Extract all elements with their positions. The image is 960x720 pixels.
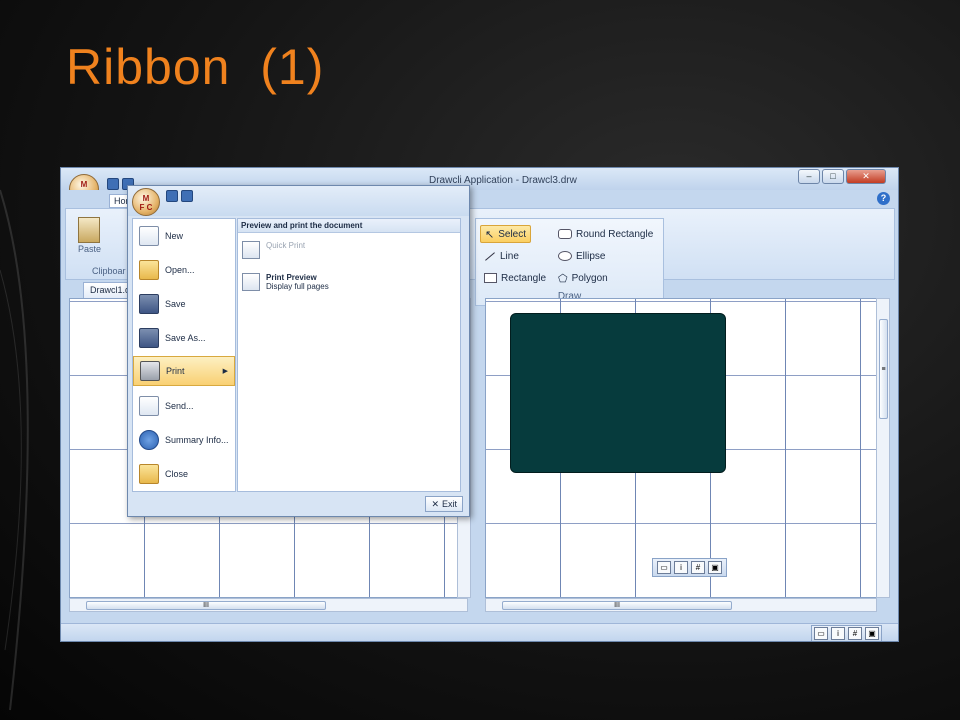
qat-save-icon[interactable] — [107, 178, 119, 190]
print-preview-item[interactable]: Print Preview Display full pages — [242, 273, 329, 291]
status-view-toolbar: ▭ i # ▣ — [811, 625, 882, 641]
menu-orb-button[interactable]: MF C — [132, 188, 160, 216]
grid-view-icon[interactable]: # — [691, 561, 705, 574]
printer-icon — [140, 361, 160, 381]
menu-item-label: Send... — [165, 401, 194, 411]
draw-ellipse-button[interactable]: Ellipse — [554, 247, 609, 265]
menu-item-summary-info[interactable]: Summary Info... — [133, 425, 235, 455]
print-preview-text: Print Preview Display full pages — [266, 273, 329, 291]
rectangle-label: Rectangle — [501, 272, 547, 284]
ellipse-icon — [558, 251, 572, 261]
menu-item-label: New — [165, 231, 184, 241]
right-vertical-scrollbar[interactable]: ≡ — [876, 298, 890, 598]
paste-label: Paste — [78, 244, 102, 254]
select-label: Select — [498, 228, 527, 240]
disk-icon — [139, 294, 159, 314]
folder-icon — [139, 260, 159, 280]
menu-orb-label: M — [142, 194, 150, 203]
submenu-title: Preview and print the document — [238, 219, 460, 233]
menu-item-send[interactable]: Send... — [133, 391, 235, 421]
close-folder-icon — [139, 464, 159, 484]
draw-line-button[interactable]: Line — [480, 247, 523, 265]
right-hscroll-thumb[interactable]: III — [502, 601, 732, 610]
draw-round-rectangle-button[interactable]: Round Rectangle — [554, 225, 657, 243]
close-button[interactable]: ✕ — [846, 169, 886, 184]
right-vscroll-thumb[interactable]: ≡ — [879, 319, 888, 419]
menu-item-label: Summary Info... — [165, 435, 229, 445]
print-preview-label: Print Preview — [266, 273, 317, 282]
menu-item-label: Save As... — [165, 333, 206, 343]
right-horizontal-scrollbar[interactable]: III — [485, 598, 877, 612]
right-document-pane[interactable] — [485, 298, 877, 598]
view-mini-toolbar: ▭ i # ▣ — [652, 558, 727, 577]
maximize-button[interactable]: □ — [822, 169, 844, 184]
rectangle-icon — [484, 273, 497, 283]
menu-commands: New Open... Save Save As... Print ▶ Send.… — [132, 218, 236, 492]
line-icon — [485, 251, 495, 261]
slide-title-text: Ribbon — [66, 39, 231, 95]
menu-item-new[interactable]: New — [133, 221, 235, 251]
slide-title-number: (1) — [260, 39, 325, 95]
background-swoosh — [0, 150, 60, 720]
left-horizontal-scrollbar[interactable]: III — [69, 598, 468, 612]
polygon-icon: ⬠ — [558, 272, 568, 285]
menu-qat-save-icon[interactable] — [166, 190, 178, 202]
clipboard-group-label: Clipboar — [92, 266, 126, 276]
menu-header: MF C — [128, 186, 469, 216]
slide-title: Ribbon (1) — [66, 38, 324, 96]
status-page-icon[interactable]: ▭ — [814, 627, 828, 640]
menu-orb-label-2: F C — [139, 203, 153, 212]
menu-item-open[interactable]: Open... — [133, 255, 235, 285]
menu-item-label: Print — [166, 366, 185, 376]
round-rectangle-icon — [558, 229, 572, 239]
exit-button[interactable]: ✕ Exit — [425, 496, 463, 512]
menu-item-close[interactable]: Close — [133, 459, 235, 489]
menu-quick-access-toolbar — [166, 190, 193, 202]
info-icon — [139, 430, 159, 450]
cursor-icon: ↖ — [485, 228, 495, 241]
status-image-icon[interactable]: ▣ — [865, 627, 879, 640]
paste-icon[interactable] — [78, 217, 100, 243]
menu-item-save-as[interactable]: Save As... — [133, 323, 235, 353]
orb-label: M — [80, 180, 88, 189]
info-view-icon[interactable]: i — [674, 561, 688, 574]
status-grid-icon[interactable]: # — [848, 627, 862, 640]
draw-polygon-button[interactable]: ⬠ Polygon — [554, 269, 612, 287]
quick-print-icon — [242, 241, 260, 259]
print-preview-description: Display full pages — [266, 282, 329, 291]
new-doc-icon — [139, 226, 159, 246]
polygon-label: Polygon — [571, 272, 608, 284]
ellipse-label: Ellipse — [576, 250, 606, 262]
minimize-button[interactable]: – — [798, 169, 820, 184]
menu-item-label: Close — [165, 469, 189, 479]
window-controls: – □ ✕ — [798, 169, 886, 184]
help-icon[interactable]: ? — [877, 192, 890, 205]
menu-item-save[interactable]: Save — [133, 289, 235, 319]
submenu-arrow-icon: ▶ — [222, 368, 228, 375]
menu-item-label: Open... — [165, 265, 195, 275]
exit-label: Exit — [441, 499, 457, 509]
draw-rectangle-button[interactable]: Rectangle — [480, 269, 550, 287]
page-view-icon[interactable]: ▭ — [657, 561, 671, 574]
draw-group: ↖ Select Line Rectangle Round Rectangle E… — [475, 218, 664, 306]
status-bar: ▭ i # ▣ — [61, 623, 898, 641]
menu-item-print[interactable]: Print ▶ — [133, 356, 235, 386]
menu-qat-undo-icon[interactable] — [181, 190, 193, 202]
image-view-icon[interactable]: ▣ — [708, 561, 722, 574]
line-label: Line — [500, 250, 519, 262]
status-info-icon[interactable]: i — [831, 627, 845, 640]
menu-item-label: Save — [165, 299, 186, 309]
save-as-icon — [139, 328, 159, 348]
quick-print-item[interactable]: Quick Print — [242, 241, 305, 259]
send-icon — [139, 396, 159, 416]
quick-print-label: Quick Print — [266, 241, 306, 250]
print-submenu: Preview and print the document Quick Pri… — [237, 218, 461, 492]
round-rectangle-label: Round Rectangle — [576, 228, 654, 240]
round-rectangle-shape[interactable] — [510, 313, 726, 473]
exit-icon: ✕ — [431, 498, 439, 509]
left-hscroll-thumb[interactable]: III — [86, 601, 326, 610]
draw-select-button[interactable]: ↖ Select — [480, 225, 532, 243]
application-menu: MF C New Open... Save Save As... Print ▶ … — [127, 185, 470, 517]
print-preview-icon — [242, 273, 260, 291]
